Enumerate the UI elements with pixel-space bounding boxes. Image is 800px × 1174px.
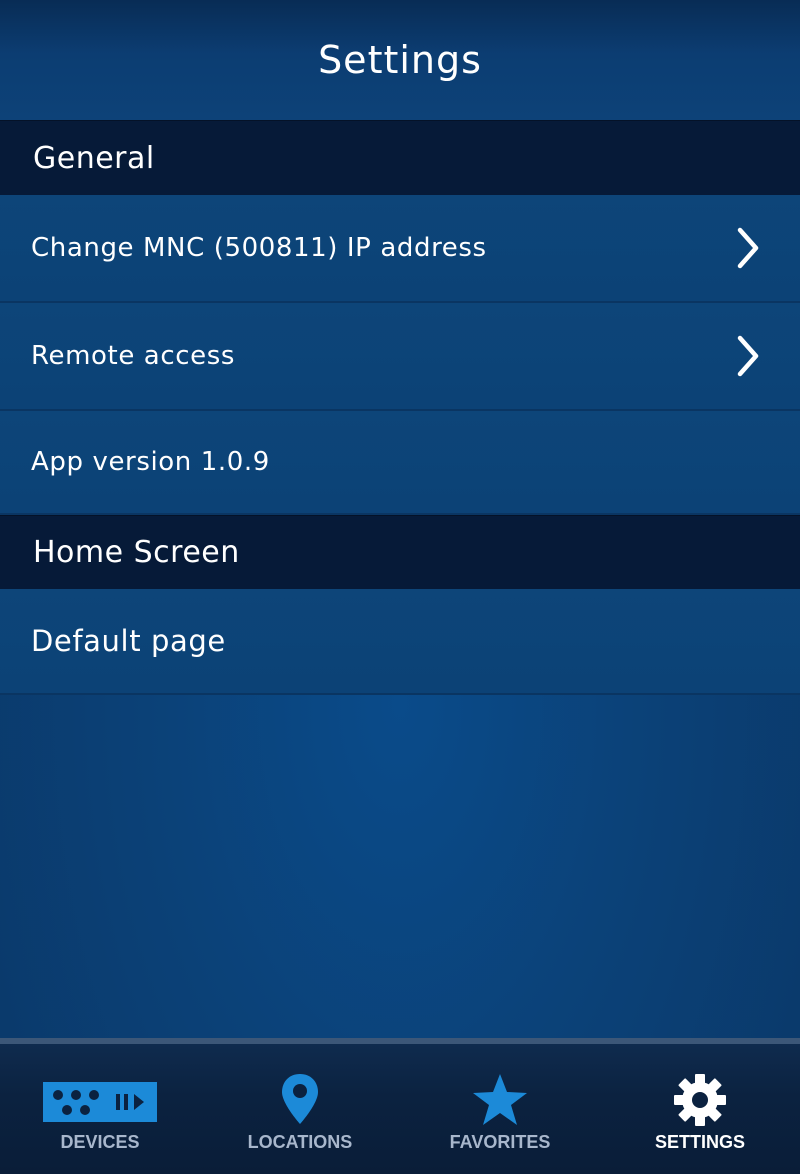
nav-header: Settings — [0, 0, 800, 120]
gear-icon — [672, 1072, 728, 1132]
section-header-general: General — [0, 120, 800, 195]
row-label: Remote access — [31, 341, 235, 371]
chevron-right-icon — [734, 334, 762, 378]
tab-label: LOCATIONS — [247, 1132, 353, 1152]
tab-label: DEVICES — [60, 1132, 140, 1152]
bottom-tab-bar: DEVICES LOCATIONS FAVORITES SETTINGS — [0, 1038, 800, 1174]
page-title: Settings — [318, 38, 482, 82]
row-label: Change MNC (500811) IP address — [31, 233, 487, 263]
tab-favorites[interactable]: FAVORITES — [400, 1044, 600, 1174]
location-pin-icon — [280, 1072, 320, 1130]
tab-devices[interactable]: DEVICES — [0, 1044, 200, 1174]
row-label: App version 1.0.9 — [31, 447, 270, 477]
settings-row-app-version: App version 1.0.9 — [0, 411, 800, 515]
tab-locations[interactable]: LOCATIONS — [200, 1044, 400, 1174]
settings-row-change-mnc-ip[interactable]: Change MNC (500811) IP address — [0, 195, 800, 303]
chevron-right-icon — [734, 226, 762, 270]
star-icon — [470, 1072, 530, 1132]
settings-row-default-page[interactable]: Default page — [0, 589, 800, 695]
section-title: General — [33, 140, 155, 176]
tab-label: FAVORITES — [449, 1132, 551, 1152]
tab-label: SETTINGS — [654, 1132, 745, 1152]
section-title: Home Screen — [33, 535, 240, 570]
tab-settings[interactable]: SETTINGS — [600, 1044, 800, 1174]
row-label: Default page — [31, 624, 226, 658]
devices-icon — [43, 1072, 157, 1126]
settings-row-remote-access[interactable]: Remote access — [0, 303, 800, 411]
section-header-home-screen: Home Screen — [0, 515, 800, 589]
